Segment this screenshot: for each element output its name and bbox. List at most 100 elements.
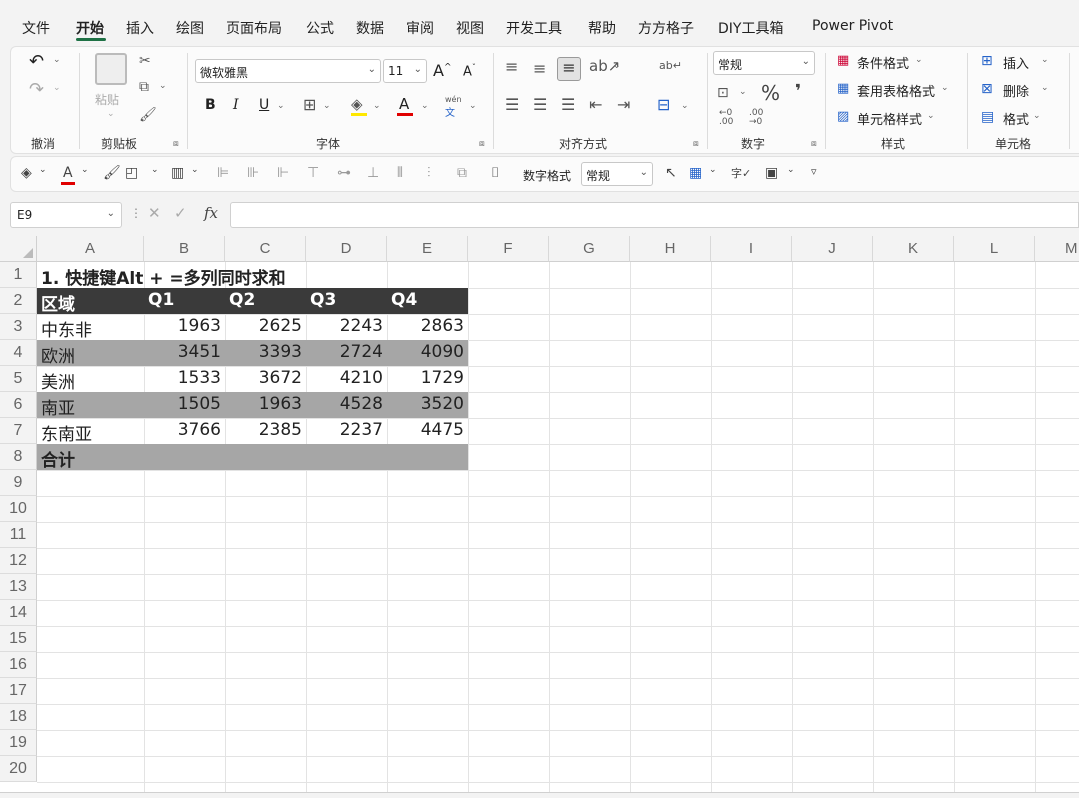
- formula-input[interactable]: [230, 202, 1079, 228]
- format-cells-button[interactable]: 格式: [1003, 109, 1029, 128]
- decrease-indent-icon[interactable]: ⇤: [589, 95, 602, 114]
- chevron-down-icon[interactable]: ⌄: [1041, 83, 1049, 93]
- row-header[interactable]: 13: [0, 574, 37, 600]
- shapes-icon[interactable]: ◰: [125, 165, 138, 181]
- chevron-down-icon[interactable]: ⌄: [915, 55, 923, 65]
- format-cells-icon[interactable]: ▤: [981, 109, 994, 125]
- value-cell[interactable]: 2625: [225, 314, 306, 340]
- format-painter-icon[interactable]: 🖌: [103, 165, 121, 181]
- chevron-down-icon[interactable]: ⌄: [681, 101, 689, 111]
- enter-icon[interactable]: ✓: [174, 204, 187, 222]
- row-header[interactable]: 11: [0, 522, 37, 548]
- value-cell[interactable]: 3451: [144, 340, 225, 366]
- redo-dropdown-icon[interactable]: ⌄: [53, 83, 61, 93]
- region-cell[interactable]: 欧洲: [41, 340, 141, 366]
- tab-view[interactable]: 视图: [456, 18, 484, 38]
- value-cell[interactable]: 4090: [387, 340, 468, 366]
- tab-insert[interactable]: 插入: [126, 18, 154, 38]
- paste-icon[interactable]: [95, 53, 127, 85]
- worksheet-grid[interactable]: A B C D E F G H I J K L M 1 2 3 4 5 6 7 …: [0, 236, 1079, 792]
- column-header-k[interactable]: K: [873, 236, 954, 262]
- value-cell[interactable]: 3393: [225, 340, 306, 366]
- page-setup-icon[interactable]: ▣: [765, 165, 778, 181]
- column-header-m[interactable]: M: [1035, 236, 1079, 262]
- chevron-down-icon[interactable]: ⌄: [373, 101, 381, 111]
- font-name-combo[interactable]: 微软雅黑 ⌄: [195, 59, 381, 83]
- phonetic-guide-icon[interactable]: wén 文: [445, 95, 462, 119]
- value-cell[interactable]: 4528: [306, 392, 387, 418]
- header-cell[interactable]: Q3: [310, 288, 384, 314]
- chevron-down-icon[interactable]: ⌄: [739, 87, 747, 97]
- camera-icon[interactable]: ⌷: [491, 165, 499, 181]
- merge-center-icon[interactable]: ⊟: [657, 95, 670, 114]
- chevron-down-icon[interactable]: ⌄: [941, 83, 949, 93]
- value-cell[interactable]: 1963: [225, 392, 306, 418]
- row-header[interactable]: 17: [0, 678, 37, 704]
- distribute-vertical-icon[interactable]: ⫶: [427, 165, 431, 181]
- align-right-objects-icon[interactable]: ⊩: [277, 165, 289, 181]
- qat-number-format-combo[interactable]: 常规 ⌄: [581, 162, 653, 186]
- row-header[interactable]: 10: [0, 496, 37, 522]
- value-cell[interactable]: 2385: [225, 418, 306, 444]
- shrink-font-icon[interactable]: Aˇ: [463, 63, 476, 79]
- align-top-icon[interactable]: ≡: [505, 57, 518, 76]
- undo-dropdown-icon[interactable]: ⌄: [53, 55, 61, 65]
- delete-cells-button[interactable]: 删除: [1003, 81, 1029, 100]
- comma-style-button[interactable]: ❜: [795, 81, 801, 102]
- row-header[interactable]: 5: [0, 366, 37, 392]
- tab-page-layout[interactable]: 页面布局: [226, 18, 282, 38]
- table-icon[interactable]: ▦: [689, 165, 702, 181]
- row-header[interactable]: 8: [0, 444, 37, 470]
- tab-formulas[interactable]: 公式: [306, 18, 334, 38]
- tab-review[interactable]: 审阅: [406, 18, 434, 38]
- chevron-down-icon[interactable]: ⌄: [1041, 55, 1049, 65]
- fill-color-icon[interactable]: ◈: [351, 95, 367, 116]
- align-right-icon[interactable]: ☰: [561, 95, 575, 114]
- conditional-format-icon[interactable]: ▦: [837, 53, 849, 68]
- align-center-icon[interactable]: ☰: [533, 95, 547, 114]
- chevron-down-icon[interactable]: ⌄: [191, 165, 199, 175]
- copy-icon[interactable]: ⧉: [139, 79, 149, 95]
- grow-font-icon[interactable]: A^: [433, 61, 452, 80]
- accounting-format-icon[interactable]: ⊡: [717, 85, 729, 101]
- paste-button-label[interactable]: 粘贴: [95, 91, 119, 108]
- select-all-corner[interactable]: [0, 236, 37, 262]
- bold-button[interactable]: B: [205, 97, 216, 113]
- value-cell[interactable]: 1729: [387, 366, 468, 392]
- italic-button[interactable]: I: [233, 97, 239, 113]
- row-header[interactable]: 19: [0, 730, 37, 756]
- format-as-table-icon[interactable]: ▦: [837, 81, 849, 96]
- row-header[interactable]: 4: [0, 340, 37, 366]
- border-icon[interactable]: ⊞: [303, 95, 316, 114]
- format-painter-icon[interactable]: 🖌: [139, 107, 157, 123]
- row-header[interactable]: 20: [0, 756, 37, 782]
- value-cell[interactable]: 4475: [387, 418, 468, 444]
- value-cell[interactable]: 3520: [387, 392, 468, 418]
- tab-draw[interactable]: 绘图: [176, 18, 204, 38]
- value-cell[interactable]: 1963: [144, 314, 225, 340]
- align-middle-icon[interactable]: ≡: [533, 59, 546, 78]
- cell-styles-icon[interactable]: ▨: [837, 109, 849, 124]
- align-bottom-objects-icon[interactable]: ⊥: [367, 165, 379, 181]
- clipboard-launcher-icon[interactable]: ⧈: [173, 139, 179, 149]
- value-cell[interactable]: 2243: [306, 314, 387, 340]
- undo-icon[interactable]: ↶: [29, 51, 44, 72]
- row-header[interactable]: 7: [0, 418, 37, 444]
- align-bottom-button[interactable]: ≡: [557, 57, 581, 81]
- paste-dropdown-icon[interactable]: ⌄: [107, 109, 115, 119]
- insert-function-button[interactable]: fx: [204, 204, 218, 222]
- chevron-down-icon[interactable]: ⌄: [469, 101, 477, 111]
- chevron-down-icon[interactable]: ⌄: [613, 61, 621, 71]
- font-color-icon[interactable]: A: [61, 165, 75, 185]
- distribute-horizontal-icon[interactable]: ⫴: [397, 165, 403, 181]
- chevron-down-icon[interactable]: ⌄: [39, 165, 47, 175]
- row-header[interactable]: 2: [0, 288, 37, 314]
- delete-cells-icon[interactable]: ⊠: [981, 81, 993, 97]
- spelling-icon[interactable]: 字✓: [731, 165, 751, 181]
- group-objects-icon[interactable]: ⧉: [457, 165, 467, 181]
- tab-diy-toolbox[interactable]: DIY工具箱: [718, 18, 783, 38]
- chart-icon[interactable]: ▥: [171, 165, 184, 181]
- chevron-down-icon[interactable]: ⌄: [709, 165, 717, 175]
- column-header-j[interactable]: J: [792, 236, 873, 262]
- align-left-icon[interactable]: ☰: [505, 95, 519, 114]
